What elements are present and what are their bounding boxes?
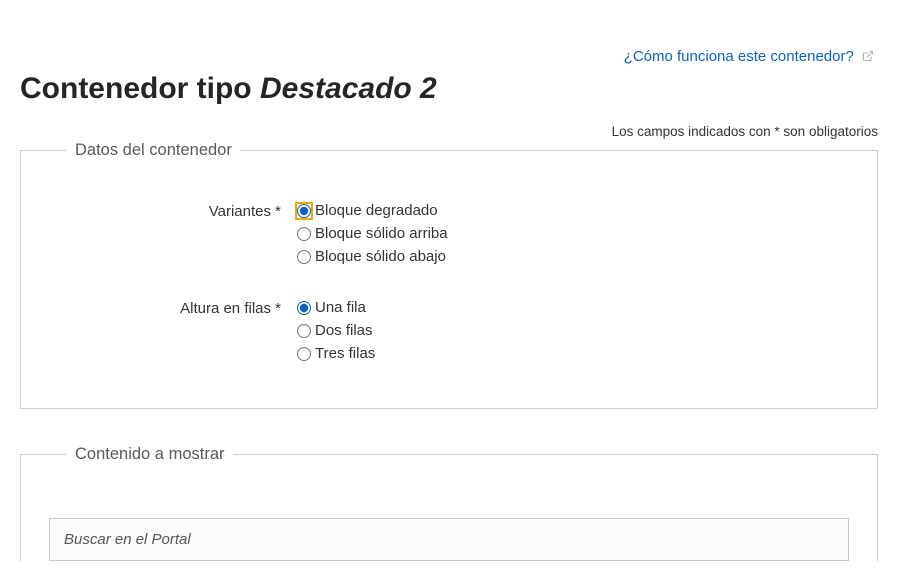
row-variantes: Variantes * Bloque degradado Bloque sóli… [49, 202, 849, 271]
radio-variantes-2-input[interactable] [297, 250, 311, 264]
radio-altura-0-label[interactable]: Una fila [315, 299, 366, 316]
options-variantes: Bloque degradado Bloque sólido arriba Bl… [297, 202, 849, 271]
help-link-text: ¿Cómo funciona este contenedor? [624, 48, 854, 65]
radio-altura-2-input[interactable] [297, 347, 311, 361]
radio-altura-0[interactable]: Una fila [297, 299, 849, 316]
options-altura: Una fila Dos filas Tres filas [297, 299, 849, 368]
help-link[interactable]: ¿Cómo funciona este contenedor? [624, 48, 874, 65]
legend-contenido: Contenido a mostrar [67, 445, 233, 464]
radio-altura-1[interactable]: Dos filas [297, 322, 849, 339]
page-title-emph: Destacado 2 [260, 72, 437, 105]
radio-variantes-2-label[interactable]: Bloque sólido abajo [315, 248, 446, 265]
page-title-pre: Contenedor tipo [20, 72, 260, 105]
label-altura: Altura en filas * [49, 299, 297, 368]
fieldset-datos-contenedor: Datos del contenedor Variantes * Bloque … [20, 141, 878, 409]
radio-variantes-1-input[interactable] [297, 227, 311, 241]
radio-variantes-0-label[interactable]: Bloque degradado [315, 202, 438, 219]
radio-altura-2-label[interactable]: Tres filas [315, 345, 375, 362]
radio-altura-0-input[interactable] [297, 301, 311, 315]
radio-variantes-2[interactable]: Bloque sólido abajo [297, 248, 849, 265]
required-note: Los campos indicados con * son obligator… [20, 124, 878, 139]
radio-variantes-1-label[interactable]: Bloque sólido arriba [315, 225, 448, 242]
legend-datos: Datos del contenedor [67, 141, 240, 160]
help-link-container: ¿Cómo funciona este contenedor? [20, 0, 878, 66]
radio-variantes-0[interactable]: Bloque degradado [297, 202, 849, 219]
radio-altura-2[interactable]: Tres filas [297, 345, 849, 362]
label-variantes: Variantes * [49, 202, 297, 271]
fieldset-contenido-mostrar: Contenido a mostrar [20, 445, 878, 561]
external-link-icon [862, 49, 874, 66]
page-title: Contenedor tipo Destacado 2 [20, 72, 878, 106]
radio-variantes-1[interactable]: Bloque sólido arriba [297, 225, 849, 242]
radio-variantes-0-input[interactable] [297, 204, 311, 218]
radio-altura-1-label[interactable]: Dos filas [315, 322, 373, 339]
row-altura: Altura en filas * Una fila Dos filas Tre… [49, 299, 849, 368]
radio-altura-1-input[interactable] [297, 324, 311, 338]
